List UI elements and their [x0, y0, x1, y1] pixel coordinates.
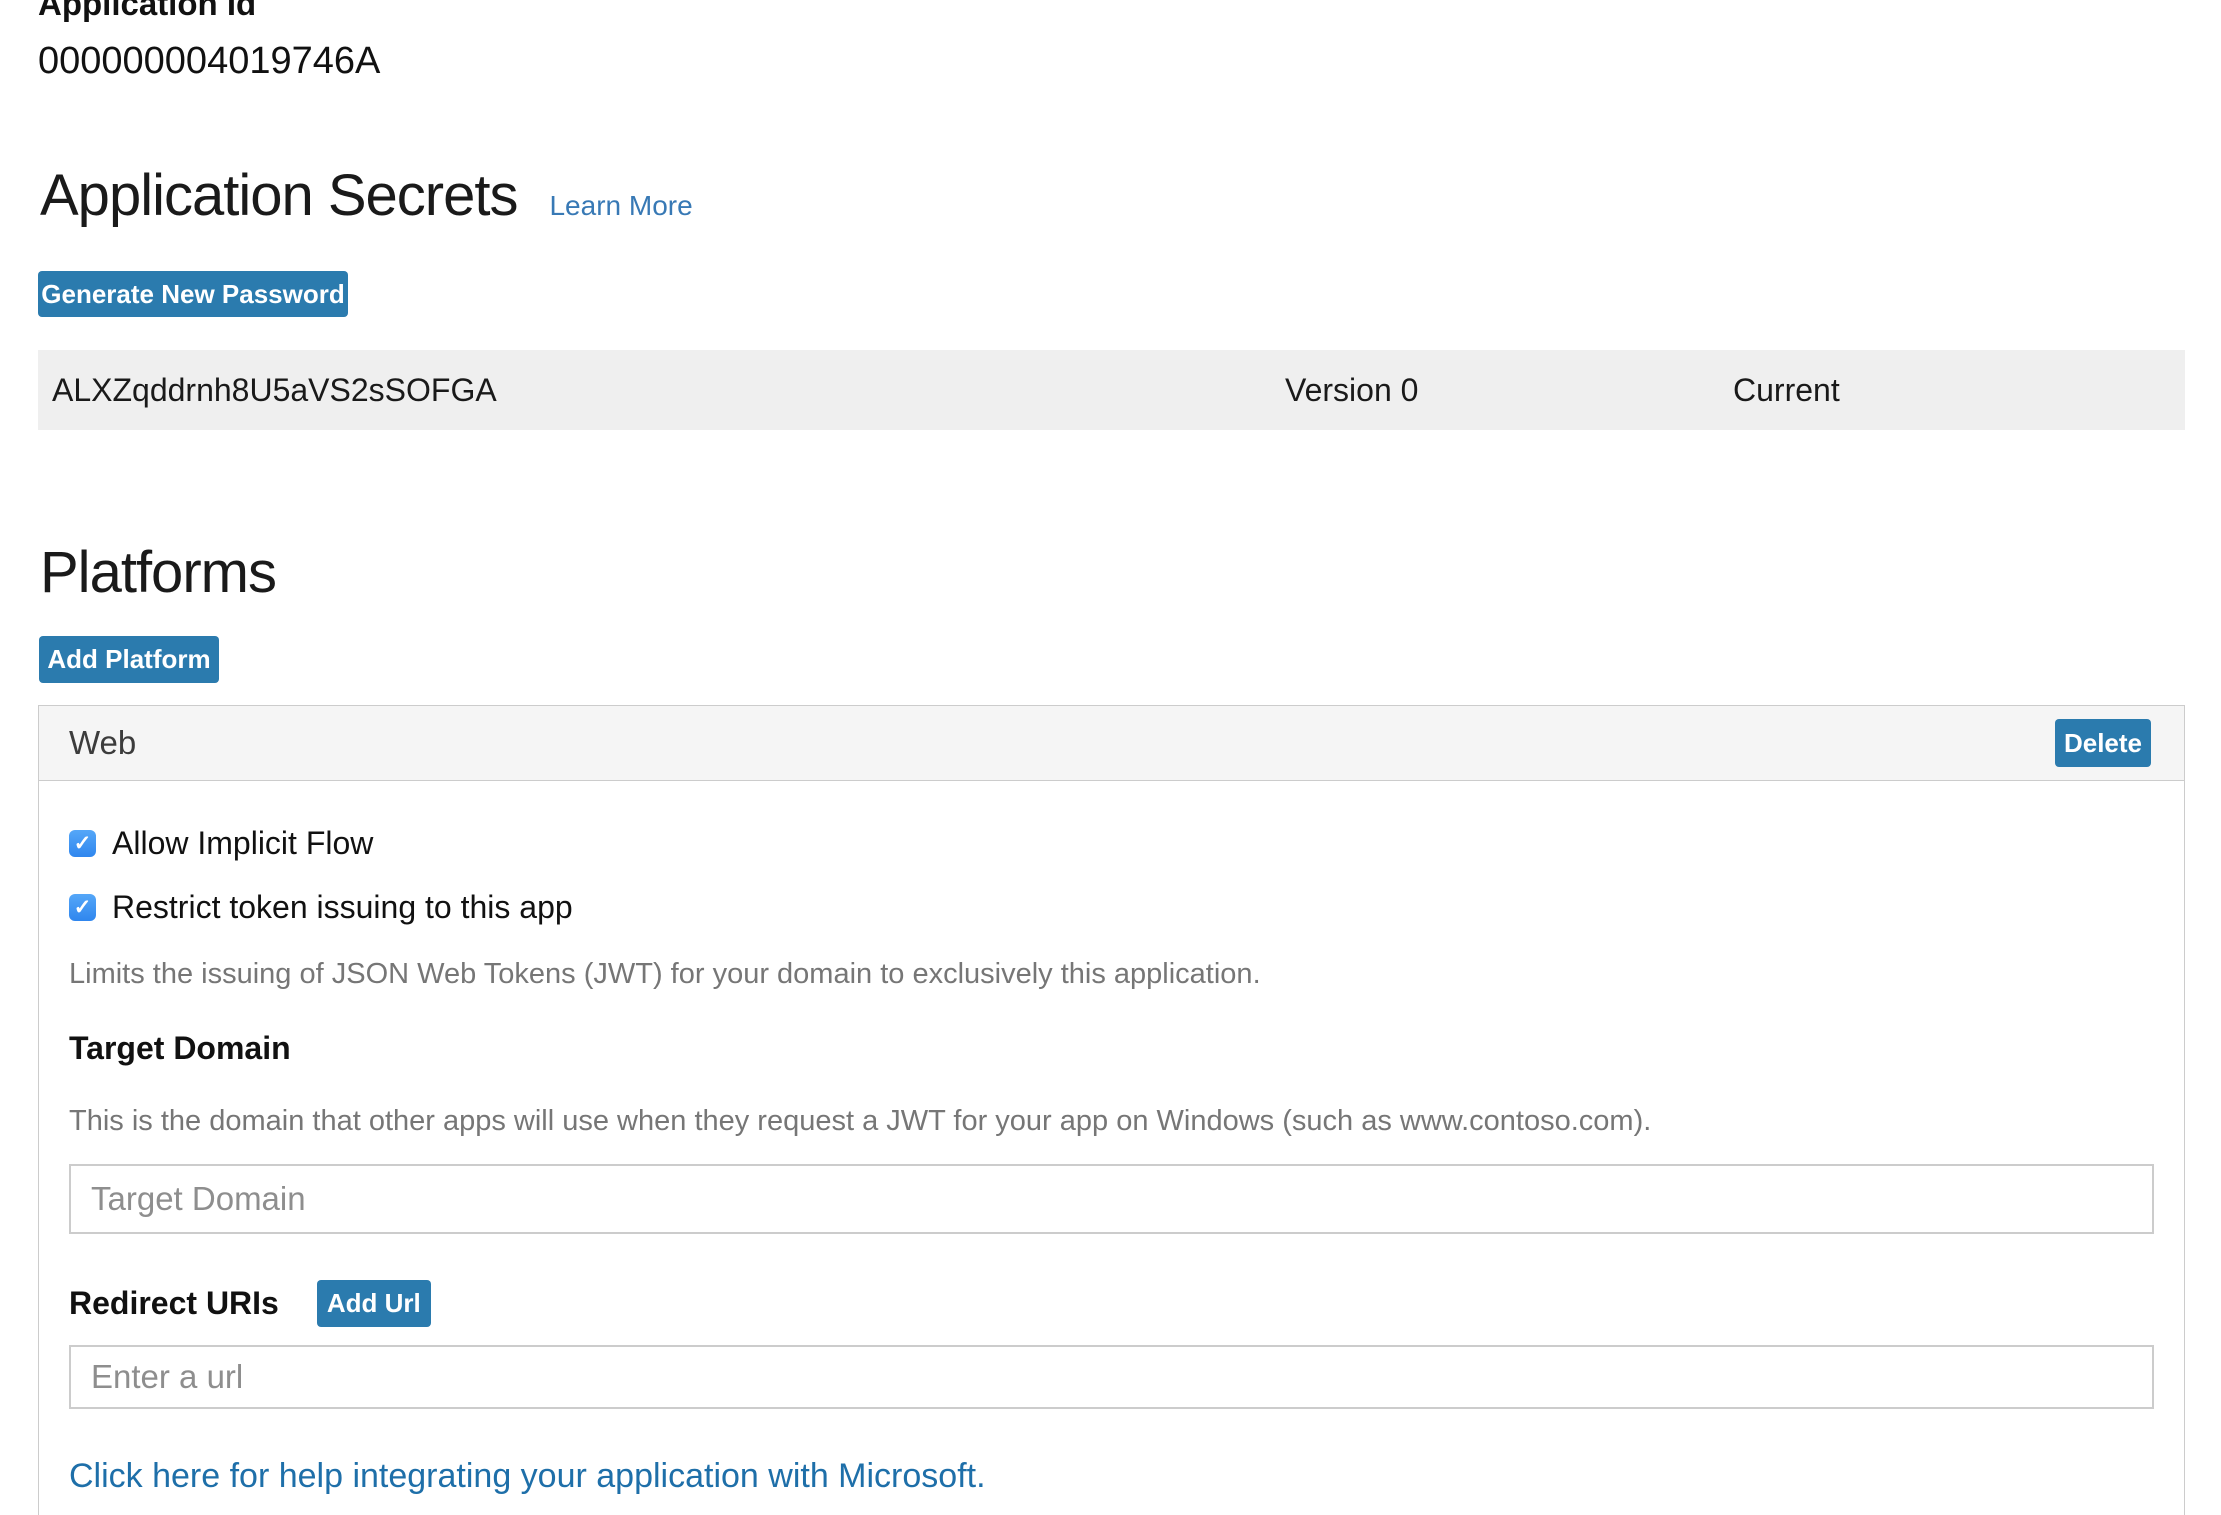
- allow-implicit-flow-row: ✓ Allow Implicit Flow: [69, 825, 2154, 862]
- redirect-uris-row: Redirect URIs Add Url: [69, 1280, 2154, 1327]
- web-panel-title: Web: [39, 724, 136, 762]
- restrict-token-row: ✓ Restrict token issuing to this app: [69, 889, 2154, 926]
- application-secrets-heading-row: Application Secrets Learn More: [40, 163, 693, 230]
- restrict-token-checkbox[interactable]: ✓: [69, 894, 96, 921]
- allow-implicit-flow-label: Allow Implicit Flow: [112, 825, 373, 862]
- target-domain-help-text: This is the domain that other apps will …: [69, 1103, 2154, 1141]
- web-platform-panel: Web Delete ✓ Allow Implicit Flow ✓ Restr…: [38, 705, 2185, 1515]
- add-platform-button[interactable]: Add Platform: [39, 636, 219, 683]
- application-id-value: 000000004019746A: [38, 40, 380, 83]
- allow-implicit-flow-checkbox[interactable]: ✓: [69, 830, 96, 857]
- secret-version-value: Version 0: [1285, 350, 1418, 430]
- redirect-uri-input[interactable]: [69, 1345, 2154, 1409]
- secret-password-value: ALXZqddrnh8U5aVS2sSOFGA: [52, 350, 497, 430]
- delete-platform-button[interactable]: Delete: [2055, 719, 2151, 767]
- generate-new-password-button[interactable]: Generate New Password: [38, 271, 348, 317]
- integration-help-link[interactable]: Click here for help integrating your app…: [69, 1457, 986, 1496]
- target-domain-input[interactable]: [69, 1164, 2154, 1234]
- target-domain-label: Target Domain: [69, 1030, 2154, 1067]
- application-secrets-title: Application Secrets: [40, 163, 517, 230]
- application-id-label: Application Id: [38, 0, 256, 23]
- secret-status-value: Current: [1733, 350, 1840, 430]
- redirect-uris-label: Redirect URIs: [69, 1285, 279, 1322]
- checkmark-icon: ✓: [74, 897, 92, 918]
- restrict-token-help-text: Limits the issuing of JSON Web Tokens (J…: [69, 956, 2154, 994]
- learn-more-link[interactable]: Learn More: [549, 190, 692, 222]
- add-url-button[interactable]: Add Url: [317, 1280, 431, 1327]
- secret-table-row: ALXZqddrnh8U5aVS2sSOFGA Version 0 Curren…: [38, 350, 2185, 430]
- restrict-token-label: Restrict token issuing to this app: [112, 889, 573, 926]
- platforms-title: Platforms: [40, 540, 276, 607]
- checkmark-icon: ✓: [74, 833, 92, 854]
- web-panel-header: Web Delete: [39, 706, 2184, 781]
- web-panel-body: ✓ Allow Implicit Flow ✓ Restrict token i…: [39, 825, 2184, 1496]
